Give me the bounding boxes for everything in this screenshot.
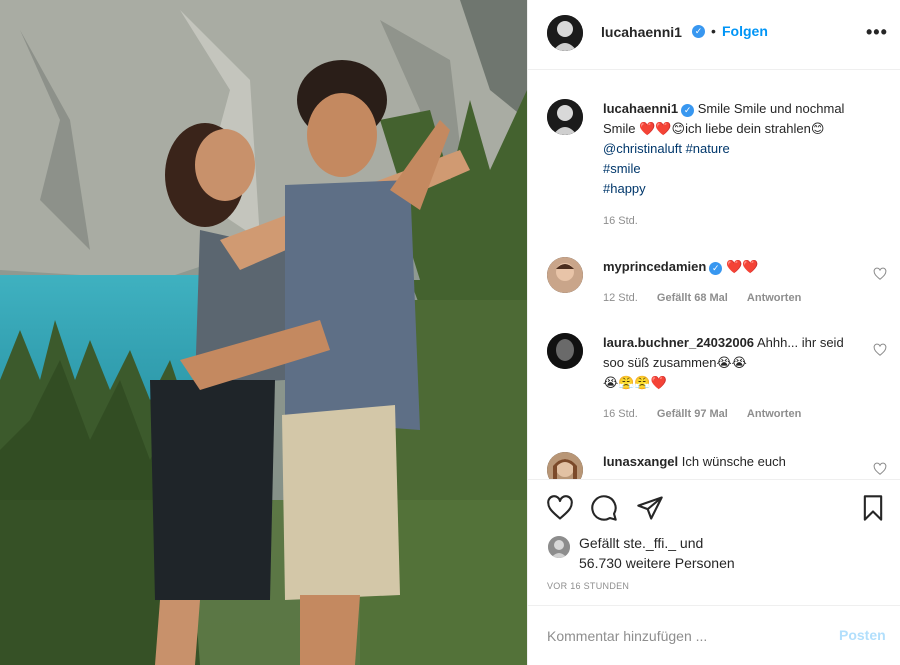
separator-dot: • — [711, 23, 716, 39]
comment-likes[interactable]: Gefällt 68 Mal — [657, 292, 728, 304]
caption-text-block: lucahaenni1 ✓ Smile Smile und nochmal Smi… — [603, 99, 865, 199]
hashtag-link[interactable]: #nature — [686, 141, 730, 156]
reply-button[interactable]: Antworten — [747, 408, 801, 420]
likes-line-1[interactable]: Gefällt ste._ffi._ und — [579, 533, 879, 553]
verified-badge-icon: ✓ — [692, 25, 705, 38]
comment-icon[interactable] — [590, 494, 618, 522]
comment-item: myprincedamien ✓ ❤️❤️ 12 Std. Gefällt 68 … — [547, 257, 887, 317]
post-actions: Gefällt ste._ffi._ und 56.730 weitere Pe… — [528, 479, 900, 605]
mention-link[interactable]: @christinaluft — [603, 141, 682, 156]
heart-icon[interactable] — [546, 494, 574, 522]
commenter-avatar[interactable] — [547, 333, 583, 369]
author-username[interactable]: lucahaenni1 — [601, 24, 682, 40]
comment-time[interactable]: 12 Std. — [603, 292, 638, 304]
add-comment-bar: Posten — [528, 605, 900, 665]
comment-like-heart-icon[interactable] — [873, 462, 887, 476]
caption-author-avatar[interactable] — [547, 99, 583, 135]
heart-emoji-icon: ❤️❤️ — [725, 259, 759, 274]
likes-summary[interactable]: Gefällt ste._ffi._ und 56.730 weitere Pe… — [579, 533, 879, 573]
comment-like-heart-icon[interactable] — [873, 267, 887, 281]
caption-username[interactable]: lucahaenni1 — [603, 101, 678, 116]
verified-badge-icon: ✓ — [709, 262, 723, 275]
crying-emoji-icon: 😭😤😤 — [603, 375, 651, 390]
hashtag-link[interactable]: #happy — [603, 181, 646, 196]
follow-button[interactable]: Folgen — [722, 23, 768, 39]
comment-text-block: laura.buchner_24032006 Ahhh... ihr seid … — [603, 333, 865, 393]
commenter-avatar[interactable] — [547, 257, 583, 293]
verified-badge-icon: ✓ — [681, 104, 695, 117]
comment-meta: 12 Std. Gefällt 68 Mal Antworten — [603, 292, 817, 304]
commenter-avatar[interactable] — [547, 452, 583, 479]
comment-like-heart-icon[interactable] — [873, 343, 887, 357]
comment-username[interactable]: myprincedamien — [603, 259, 706, 274]
post-comment-button[interactable]: Posten — [839, 627, 886, 643]
comment-time[interactable]: 16 Std. — [603, 408, 638, 420]
bookmark-icon[interactable] — [859, 494, 887, 522]
smile-emoji-icon: 😊 — [810, 121, 825, 136]
comment-input[interactable] — [547, 624, 817, 648]
couple-hugging-lake-photo — [0, 0, 527, 665]
post-sidebar: lucahaenni1 ✓ • Folgen ••• lucahaenni1 ✓ … — [527, 0, 900, 665]
caption-time[interactable]: 16 Std. — [603, 215, 638, 227]
post-header: lucahaenni1 ✓ • Folgen ••• — [528, 0, 900, 70]
comment-likes[interactable]: Gefällt 97 Mal — [657, 408, 728, 420]
comment-item: laura.buchner_24032006 Ahhh... ihr seid … — [547, 333, 887, 423]
heart-emoji-icon: ❤️❤️ — [639, 121, 672, 136]
comment-text-block: myprincedamien ✓ ❤️❤️ — [603, 257, 865, 277]
comment-meta: 16 Std. Gefällt 97 Mal Antworten — [603, 408, 817, 420]
smile-emoji-icon: 😊 — [671, 121, 686, 136]
crying-emoji-icon: 😭😭 — [716, 355, 747, 370]
comment-text-block: lunasxangel Ich wünsche euch — [603, 452, 865, 472]
caption: lucahaenni1 ✓ Smile Smile und nochmal Smi… — [547, 99, 887, 239]
comments-list[interactable]: lucahaenni1 ✓ Smile Smile und nochmal Smi… — [528, 71, 900, 479]
heart-emoji-icon: ❤️ — [650, 375, 667, 390]
caption-text-2: ich liebe dein strahlen — [685, 121, 811, 136]
more-options-icon[interactable]: ••• — [866, 22, 888, 43]
likes-line-2[interactable]: 56.730 weitere Personen — [579, 553, 879, 573]
comment-username[interactable]: lunasxangel — [603, 454, 678, 469]
reply-button[interactable]: Antworten — [747, 292, 801, 304]
post-photo[interactable] — [0, 0, 527, 665]
comment-item: lunasxangel Ich wünsche euch — [547, 452, 887, 479]
paper-plane-icon[interactable] — [636, 494, 664, 522]
author-avatar[interactable] — [547, 15, 583, 51]
post-time-ago[interactable]: VOR 16 STUNDEN — [547, 581, 629, 591]
liker-avatar[interactable] — [548, 536, 570, 558]
comment-text: Ich wünsche euch — [681, 454, 786, 469]
hashtag-link[interactable]: #smile — [603, 161, 641, 176]
caption-meta: 16 Std. — [603, 215, 654, 227]
comment-username[interactable]: laura.buchner_24032006 — [603, 335, 754, 350]
